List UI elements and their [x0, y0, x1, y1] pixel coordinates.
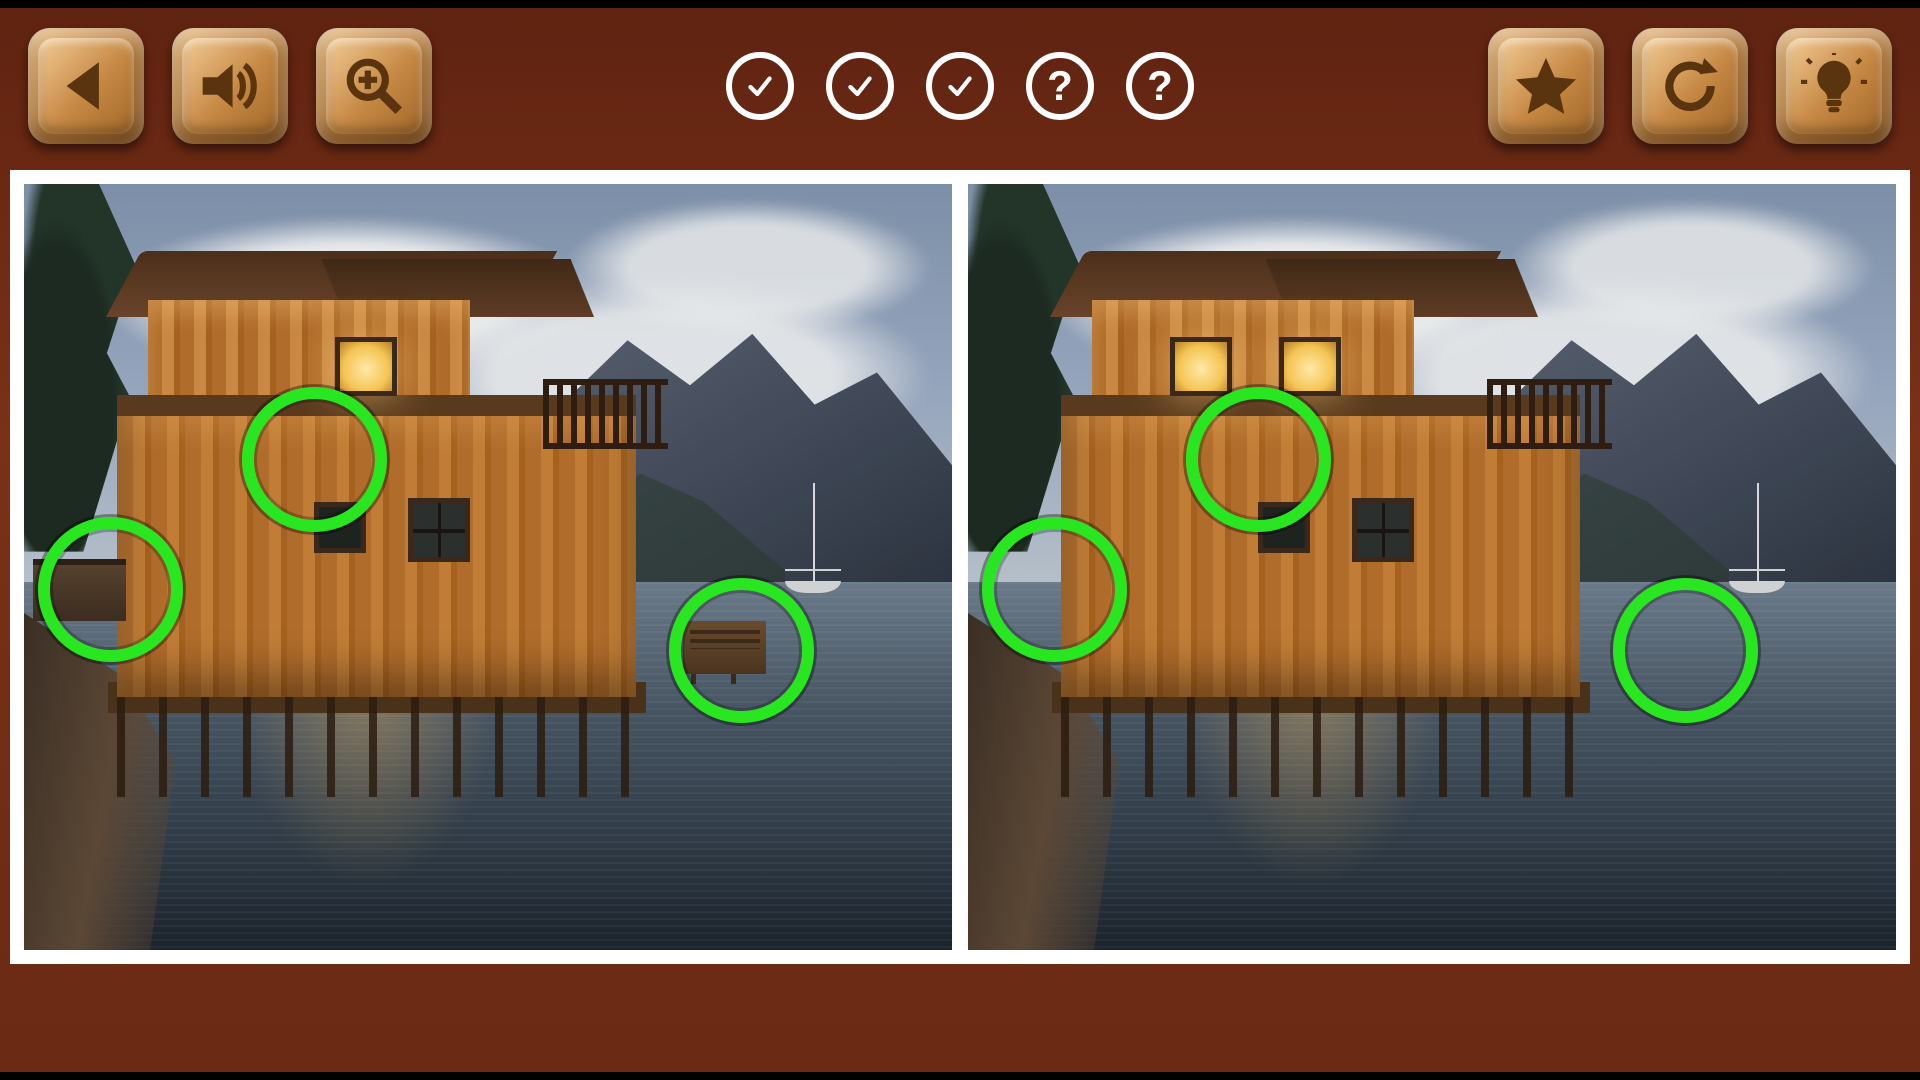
toolbar-left-group — [28, 28, 432, 144]
magnifier-plus-icon — [341, 53, 407, 119]
progress-slot-4: ? — [1026, 52, 1094, 120]
left-image-panel[interactable] — [24, 184, 952, 950]
check-icon — [843, 69, 877, 103]
letterbox-bottom — [0, 1072, 1920, 1080]
favorite-button[interactable] — [1488, 28, 1604, 144]
right-image-panel[interactable] — [968, 184, 1896, 950]
letterbox-top — [0, 0, 1920, 8]
toolbar-right-group — [1488, 28, 1892, 144]
progress-tracker: ?? — [726, 52, 1194, 120]
top-toolbar: ?? — [0, 24, 1920, 148]
question-mark: ? — [1047, 65, 1073, 107]
sound-button[interactable] — [172, 28, 288, 144]
refresh-icon — [1657, 53, 1723, 119]
check-icon — [743, 69, 777, 103]
progress-slot-1 — [726, 52, 794, 120]
zoom-button[interactable] — [316, 28, 432, 144]
reload-button[interactable] — [1632, 28, 1748, 144]
game-area — [10, 170, 1910, 964]
check-icon — [943, 69, 977, 103]
progress-slot-2 — [826, 52, 894, 120]
question-mark: ? — [1147, 65, 1173, 107]
hint-button[interactable] — [1776, 28, 1892, 144]
progress-slot-3 — [926, 52, 994, 120]
speaker-icon — [197, 53, 263, 119]
progress-slot-5: ? — [1126, 52, 1194, 120]
lightbulb-icon — [1801, 53, 1867, 119]
triangle-left-icon — [53, 53, 119, 119]
back-button[interactable] — [28, 28, 144, 144]
star-icon — [1513, 53, 1579, 119]
